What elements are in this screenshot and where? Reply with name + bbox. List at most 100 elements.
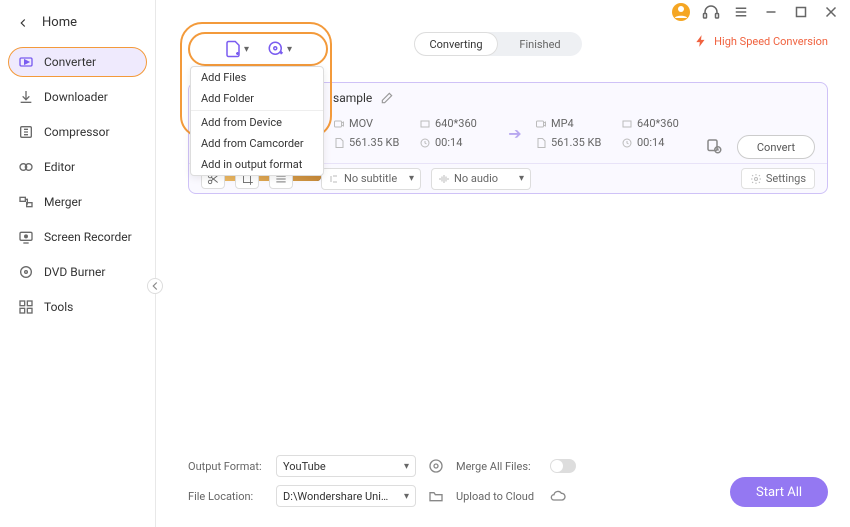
- tools-icon: [18, 299, 34, 315]
- settings-button[interactable]: Settings: [741, 168, 815, 189]
- sidebar-item-label: Tools: [44, 300, 73, 314]
- sidebar: Home Converter Downloader Compressor Edi…: [0, 0, 156, 527]
- sidebar-item-downloader[interactable]: Downloader: [8, 82, 147, 112]
- top-bar: ▾ ▾ Add Files Add Folder Add from Device…: [156, 30, 850, 70]
- file-icon: [535, 137, 547, 149]
- tab-finished[interactable]: Finished: [498, 32, 582, 56]
- dest-size: 561.35 KB: [551, 136, 601, 149]
- file-name: sample: [333, 91, 372, 105]
- add-files-button[interactable]: ▾: [224, 40, 249, 58]
- sidebar-item-editor[interactable]: Editor: [8, 152, 147, 182]
- file-icon: [333, 137, 345, 149]
- dest-meta2: 640*360 00:14: [621, 117, 697, 149]
- chevron-down-icon: ▾: [287, 44, 292, 55]
- subtitle-select[interactable]: No subtitle ▾: [321, 168, 421, 190]
- tab-segmented-control: Converting Finished: [414, 32, 582, 56]
- dropdown-separator: [191, 110, 323, 111]
- sidebar-item-label: Converter: [44, 55, 96, 69]
- dest-format: MP4: [551, 117, 574, 130]
- add-disc-icon: [267, 40, 285, 58]
- start-all-button[interactable]: Start All: [730, 477, 828, 507]
- add-file-icon: [224, 40, 242, 58]
- output-settings-icon[interactable]: [428, 458, 444, 474]
- gear-icon: [750, 173, 762, 185]
- open-folder-icon[interactable]: [428, 488, 444, 504]
- bolt-icon: [694, 34, 708, 48]
- sidebar-item-label: DVD Burner: [44, 265, 105, 279]
- add-dvd-button[interactable]: ▾: [267, 40, 292, 58]
- dropdown-item-add-in-output-format[interactable]: Add in output format: [191, 154, 323, 175]
- high-speed-label: High Speed Conversion: [714, 35, 828, 48]
- clock-icon: [419, 137, 431, 149]
- source-meta2: 640*360 00:14: [419, 117, 495, 149]
- home-button[interactable]: Home: [0, 4, 155, 41]
- dest-dur: 00:14: [637, 136, 664, 149]
- downloader-icon: [18, 89, 34, 105]
- upload-cloud-label: Upload to Cloud: [456, 490, 538, 503]
- dropdown-item-add-from-device[interactable]: Add from Device: [191, 112, 323, 133]
- chevron-down-icon: ▾: [519, 173, 524, 184]
- chevron-down-icon: ▾: [409, 173, 414, 184]
- clock-icon: [621, 137, 633, 149]
- source-size: 561.35 KB: [349, 136, 399, 149]
- dvd-burner-icon: [18, 264, 34, 280]
- file-location-select[interactable]: D:\Wondershare UniConverter 1 ▾: [276, 485, 416, 507]
- home-label: Home: [42, 15, 77, 30]
- video-icon: [535, 118, 547, 130]
- sidebar-item-tools[interactable]: Tools: [8, 292, 147, 322]
- arrow-right-icon: ➔: [505, 124, 525, 143]
- sidebar-item-label: Merger: [44, 195, 82, 209]
- convert-button[interactable]: Convert: [737, 135, 815, 159]
- source-meta: MOV 561.35 KB: [333, 117, 409, 149]
- dest-meta: MP4 561.35 KB: [535, 117, 611, 149]
- merge-files-toggle[interactable]: [550, 459, 576, 473]
- subtitle-value: No subtitle: [344, 172, 397, 185]
- output-format-label: Output Format:: [188, 460, 264, 473]
- sidebar-item-converter[interactable]: Converter: [8, 47, 147, 77]
- main-area: ▾ ▾ Add Files Add Folder Add from Device…: [156, 0, 850, 527]
- source-format: MOV: [349, 117, 373, 130]
- screen-recorder-icon: [18, 229, 34, 245]
- dropdown-item-add-from-camcorder[interactable]: Add from Camcorder: [191, 133, 323, 154]
- merge-files-label: Merge All Files:: [456, 460, 538, 473]
- resolution-icon: [621, 118, 633, 130]
- edit-filename-icon[interactable]: [380, 91, 394, 105]
- output-format-value: YouTube: [283, 460, 326, 473]
- subtitle-icon: [328, 173, 340, 185]
- converter-icon: [18, 54, 34, 70]
- dest-res: 640*360: [637, 117, 679, 130]
- sidebar-item-label: Compressor: [44, 125, 110, 139]
- chevron-down-icon: ▾: [404, 491, 409, 502]
- source-dur: 00:14: [435, 136, 462, 149]
- add-button-group: ▾ ▾: [188, 32, 328, 66]
- video-icon: [333, 118, 345, 130]
- footer: Output Format: YouTube ▾ Merge All Files…: [188, 455, 828, 515]
- editor-icon: [18, 159, 34, 175]
- sidebar-item-dvd-burner[interactable]: DVD Burner: [8, 257, 147, 287]
- audio-value: No audio: [454, 172, 498, 185]
- dropdown-item-add-folder[interactable]: Add Folder: [191, 88, 323, 109]
- tab-converting[interactable]: Converting: [414, 32, 498, 56]
- compressor-icon: [18, 124, 34, 140]
- output-format-select[interactable]: YouTube ▾: [276, 455, 416, 477]
- source-res: 640*360: [435, 117, 477, 130]
- audio-select[interactable]: No audio ▾: [431, 168, 531, 190]
- chevron-left-icon: [16, 16, 30, 30]
- sidebar-item-label: Editor: [44, 160, 75, 174]
- chevron-down-icon: ▾: [244, 44, 249, 55]
- chevron-down-icon: ▾: [404, 461, 409, 472]
- sidebar-item-compressor[interactable]: Compressor: [8, 117, 147, 147]
- sidebar-item-label: Downloader: [44, 90, 108, 104]
- cloud-icon[interactable]: [550, 488, 566, 504]
- output-settings-icon[interactable]: [705, 137, 723, 155]
- audio-icon: [438, 173, 450, 185]
- dropdown-item-add-files[interactable]: Add Files: [191, 67, 323, 88]
- high-speed-conversion-button[interactable]: High Speed Conversion: [694, 34, 828, 48]
- sidebar-item-screen-recorder[interactable]: Screen Recorder: [8, 222, 147, 252]
- merger-icon: [18, 194, 34, 210]
- settings-label: Settings: [766, 172, 806, 185]
- file-location-value: D:\Wondershare UniConverter 1: [283, 490, 393, 503]
- nav-list: Converter Downloader Compressor Editor M…: [0, 41, 155, 333]
- sidebar-item-merger[interactable]: Merger: [8, 187, 147, 217]
- resolution-icon: [419, 118, 431, 130]
